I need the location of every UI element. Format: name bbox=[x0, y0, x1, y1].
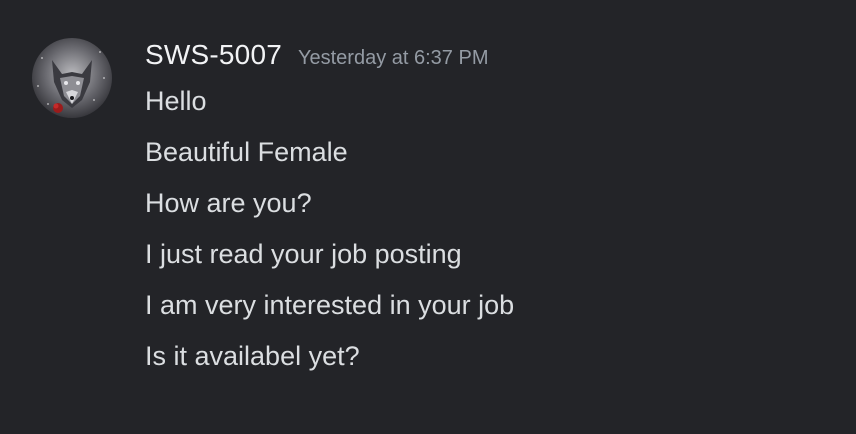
message-content: Hello Beautiful Female How are you? I ju… bbox=[145, 82, 835, 388]
message-line: Hello bbox=[145, 86, 207, 116]
message-timestamp[interactable]: Yesterday at 6:37 PM bbox=[298, 47, 489, 70]
message-line: I am very interested in your job bbox=[145, 290, 515, 320]
message-line: Beautiful Female bbox=[145, 137, 348, 167]
message-group: SWS-5007 Yesterday at 6:37 PM Hello Beau… bbox=[0, 0, 856, 434]
author-username[interactable]: SWS-5007 bbox=[145, 39, 282, 71]
message-line: How are you? bbox=[145, 188, 312, 218]
message-line: Is it availabel yet? bbox=[145, 341, 360, 371]
avatar[interactable] bbox=[32, 38, 112, 118]
message-line: I just read your job posting bbox=[145, 239, 462, 269]
message-header: SWS-5007 Yesterday at 6:37 PM bbox=[145, 39, 489, 75]
wolf-avatar-icon bbox=[32, 38, 112, 118]
